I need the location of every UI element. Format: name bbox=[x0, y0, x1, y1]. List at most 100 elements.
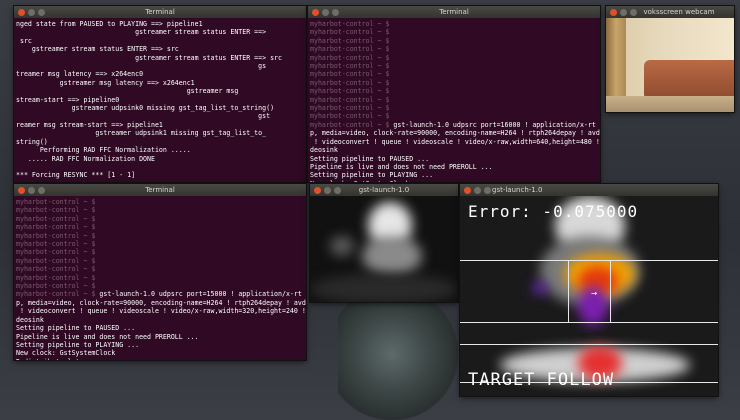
maximize-icon[interactable] bbox=[630, 8, 637, 16]
terminal-line: src bbox=[16, 36, 32, 45]
target-arrow-icon: → bbox=[591, 288, 598, 299]
minimize-icon[interactable] bbox=[324, 186, 331, 194]
terminal-line: gstreamer msg latency ==> x264enc1 bbox=[16, 78, 195, 87]
terminal-line: Performing RAD FFC Normalization ..... bbox=[16, 146, 191, 155]
terminal-3-titlebar[interactable]: Terminal bbox=[14, 184, 306, 196]
terminal-line: myharbot-control ~ $ bbox=[16, 273, 96, 282]
terminal-line: myharbot-control ~ $ bbox=[310, 53, 390, 62]
terminal-line: myharbot-control ~ $ bbox=[16, 240, 96, 249]
terminal-line: myharbot-control ~ $ bbox=[16, 265, 96, 274]
minimize-icon[interactable] bbox=[322, 8, 329, 16]
terminal-line: Pipeline is live and does not need PRERO… bbox=[16, 332, 199, 341]
maximize-icon[interactable] bbox=[38, 8, 45, 16]
terminal-line: myharbot-control ~ $ bbox=[310, 20, 390, 28]
terminal-line: stream-start ==> pipeline0 bbox=[16, 95, 120, 104]
close-icon[interactable] bbox=[18, 186, 25, 194]
terminal-line: reamer msg stream-start ==> pipeline1 bbox=[16, 120, 163, 129]
maximize-icon[interactable] bbox=[38, 186, 45, 194]
terminal-line: myharbot-control ~ $ bbox=[310, 36, 390, 45]
terminal-line: myharbot-control ~ $ bbox=[310, 45, 390, 54]
minimize-icon[interactable] bbox=[474, 186, 481, 194]
terminal-line: myharbot-control ~ $ bbox=[310, 95, 390, 104]
terminal-line: Setting pipeline to PLAYING ... bbox=[310, 171, 434, 180]
webcam-window[interactable]: voksscreen webcam bbox=[606, 6, 734, 112]
close-icon[interactable] bbox=[18, 8, 25, 16]
error-readout: Error: -0.075000 bbox=[468, 202, 639, 221]
target-status: TARGET FOLLOW bbox=[468, 370, 615, 390]
terminal-line: deosink bbox=[16, 315, 44, 324]
terminal-line: myharbot-control ~ $ bbox=[16, 231, 96, 240]
terminal-line: gstreamer stream status ENTER ==> bbox=[16, 28, 267, 37]
maximize-icon[interactable] bbox=[334, 186, 341, 194]
guide-line-top bbox=[460, 260, 718, 261]
terminal-2-output[interactable]: myharbot-control ~ $ myharbot-control ~ $… bbox=[308, 18, 600, 182]
gst-small-titlebar[interactable]: gst-launch-1.0 bbox=[310, 184, 458, 196]
terminal-line: myharbot-control ~ $ bbox=[16, 256, 96, 265]
webcam-titlebar[interactable]: voksscreen webcam bbox=[606, 6, 734, 18]
gst-large-window[interactable]: gst-launch-1.0 → Error: -0.075000 TARGET… bbox=[460, 184, 718, 396]
terminal-line: myharbot-control ~ $ bbox=[310, 104, 390, 113]
guide-line-lower bbox=[460, 344, 718, 345]
terminal-line: myharbot-control ~ $ bbox=[16, 223, 96, 232]
minimize-icon[interactable] bbox=[620, 8, 627, 16]
terminal-line: Redistribute latency... bbox=[16, 358, 304, 360]
terminal-window-1[interactable]: Terminal nged state from PAUSED to PLAYI… bbox=[14, 6, 306, 182]
terminal-line: Pipeline is live and does not need PRERO… bbox=[310, 162, 493, 171]
close-icon[interactable] bbox=[314, 186, 321, 194]
terminal-line: myharbot-control ~ $ bbox=[310, 70, 390, 79]
terminal-line: myharbot-control ~ $ bbox=[310, 87, 390, 96]
terminal-line: Setting pipeline to PAUSED ... bbox=[16, 324, 136, 333]
gst-small-window[interactable]: gst-launch-1.0 bbox=[310, 184, 458, 302]
gst-large-titlebar[interactable]: gst-launch-1.0 bbox=[460, 184, 718, 196]
minimize-icon[interactable] bbox=[28, 8, 35, 16]
terminal-line: myharbot-control ~ $ bbox=[310, 62, 390, 71]
terminal-3-title: Terminal bbox=[145, 186, 175, 194]
terminal-line: gstreamer udpsink0 missing gst_tag_list_… bbox=[16, 104, 275, 113]
terminal-3-output[interactable]: myharbot-control ~ $ myharbot-control ~ $… bbox=[14, 196, 306, 360]
terminal-1-titlebar[interactable]: Terminal bbox=[14, 6, 306, 18]
terminal-line: deosink bbox=[310, 146, 338, 155]
terminal-window-3[interactable]: Terminal myharbot-control ~ $ myharbot-co… bbox=[14, 184, 306, 360]
guide-line-middle bbox=[460, 322, 718, 323]
close-icon[interactable] bbox=[464, 186, 471, 194]
robot-background-image bbox=[338, 300, 458, 420]
target-box-left bbox=[568, 260, 569, 322]
terminal-line: gst bbox=[16, 112, 271, 121]
terminal-line: string() bbox=[16, 137, 48, 146]
close-icon[interactable] bbox=[312, 8, 319, 16]
terminal-line: myharbot-control ~ $ gst-launch-1.0 udps… bbox=[16, 290, 302, 299]
terminal-line: myharbot-control ~ $ gst-launch-1.0 udps… bbox=[310, 120, 596, 129]
terminal-line: myharbot-control ~ $ bbox=[310, 78, 390, 87]
terminal-line: gstreamer stream status ENTER ==> src bbox=[16, 45, 179, 54]
terminal-line: gstreamer stream status ENTER ==> src bbox=[16, 53, 282, 62]
terminal-line: gstreamer udpsink1 missing gst_tag_list_… bbox=[16, 129, 267, 138]
maximize-icon[interactable] bbox=[332, 8, 339, 16]
terminal-line: p, media=video, clock-rate=90000, encodi… bbox=[310, 129, 600, 138]
terminal-line: *** Forcing RESYNC *** [1 - 1] bbox=[16, 171, 136, 180]
terminal-line: myharbot-control ~ $ bbox=[16, 206, 96, 215]
terminal-line: p, media=video, clock-rate=90000, encodi… bbox=[16, 298, 306, 307]
terminal-line: Setting pipeline to PAUSED ... bbox=[310, 154, 430, 163]
target-box-right bbox=[610, 260, 611, 322]
gst-large-title: gst-launch-1.0 bbox=[492, 186, 543, 194]
terminal-line: New clock: GstSystemClock bbox=[16, 349, 116, 358]
couch-image bbox=[644, 60, 734, 100]
terminal-line: ! videoconvert ! queue ! videoscale ! vi… bbox=[310, 137, 600, 146]
terminal-line: myharbot-control ~ $ bbox=[16, 282, 96, 291]
terminal-line: New clock: GstSystemClock bbox=[310, 180, 598, 182]
terminal-line: Setting pipeline to PLAYING ... bbox=[16, 340, 140, 349]
terminal-line: myharbot-control ~ $ bbox=[310, 112, 390, 121]
terminal-1-title: Terminal bbox=[145, 8, 175, 16]
terminal-2-titlebar[interactable]: Terminal bbox=[308, 6, 600, 18]
terminal-window-2[interactable]: Terminal myharbot-control ~ $ myharbot-co… bbox=[308, 6, 600, 182]
maximize-icon[interactable] bbox=[484, 186, 491, 194]
terminal-line: gstreamer msg bbox=[16, 87, 239, 96]
close-icon[interactable] bbox=[610, 8, 617, 16]
terminal-line: nged state from PAUSED to PLAYING ==> pi… bbox=[16, 20, 203, 28]
terminal-1-output[interactable]: nged state from PAUSED to PLAYING ==> pi… bbox=[14, 18, 306, 182]
terminal-line: gs bbox=[16, 62, 267, 71]
minimize-icon[interactable] bbox=[28, 186, 35, 194]
terminal-line: myharbot-control ~ $ bbox=[310, 28, 390, 37]
